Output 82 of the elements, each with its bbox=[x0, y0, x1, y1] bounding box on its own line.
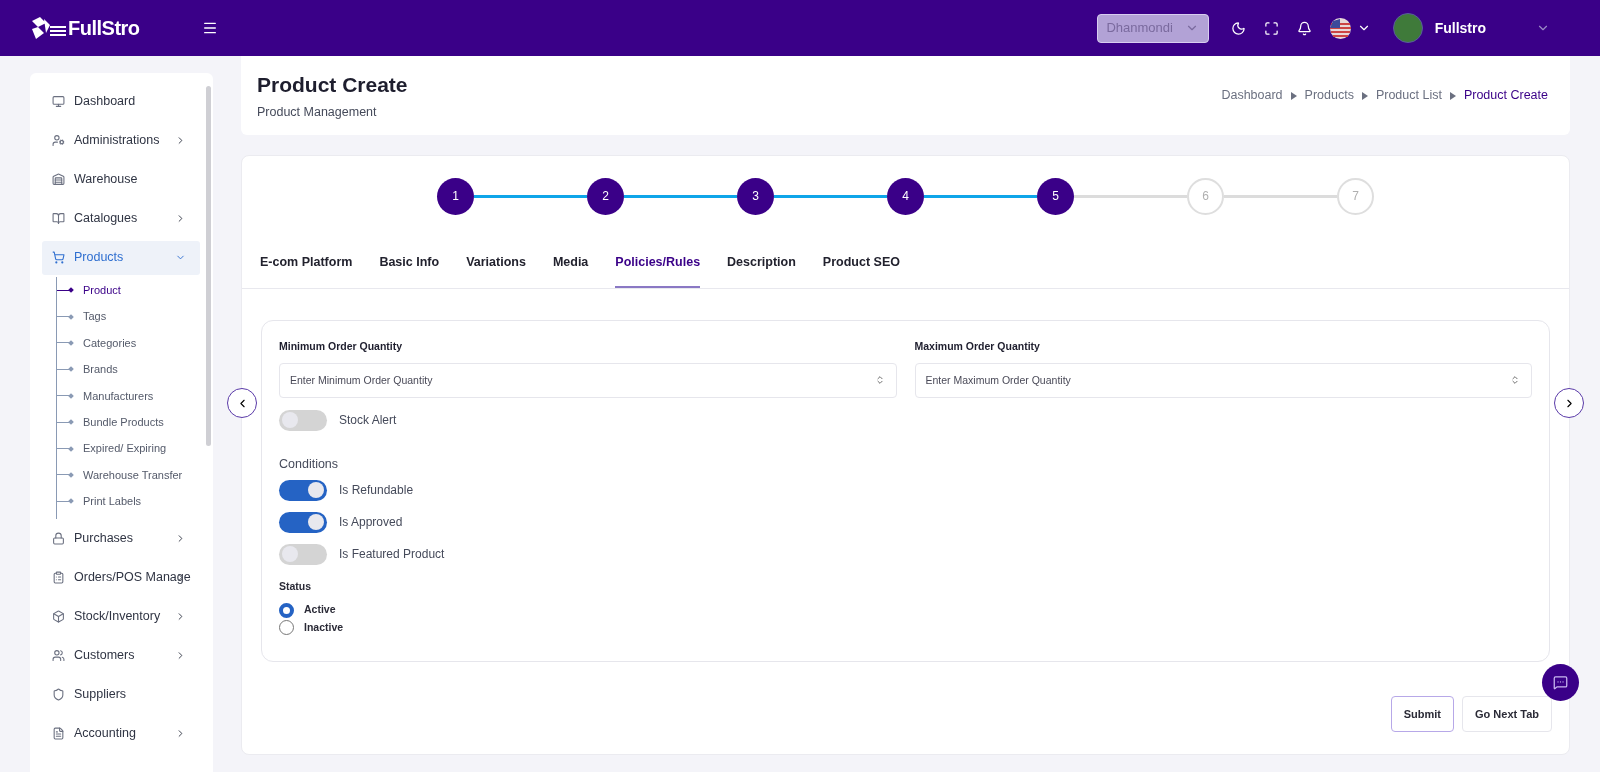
toggle-switch[interactable] bbox=[279, 409, 327, 431]
menu-item-icon bbox=[52, 134, 65, 147]
menu-item-icon bbox=[52, 609, 65, 623]
breadcrumb-link[interactable]: Dashboard bbox=[1221, 86, 1283, 105]
section-title: Conditions bbox=[279, 455, 340, 473]
section-title: Status bbox=[279, 578, 313, 594]
toggle-label: Is Featured Product bbox=[339, 546, 445, 563]
submenu-item[interactable]: Categories bbox=[83, 334, 137, 352]
field-label: Minimum Order Quantity bbox=[279, 339, 404, 354]
sidebar-item[interactable]: Customers bbox=[42, 638, 200, 672]
sidebar-item[interactable]: Administrations bbox=[42, 123, 200, 158]
tab[interactable]: E-com Platform bbox=[260, 253, 353, 288]
field-label: Maximum Order Quantity bbox=[914, 339, 1041, 354]
tab[interactable]: Media bbox=[552, 253, 589, 288]
fullscreen-icon[interactable] bbox=[1263, 20, 1279, 36]
breadcrumb-arrow-icon bbox=[1449, 91, 1456, 100]
sidebar-item[interactable]: Warehouse bbox=[42, 162, 200, 197]
next-button[interactable] bbox=[1554, 388, 1584, 418]
menu-item-icon bbox=[52, 95, 65, 108]
radio-label: Active bbox=[304, 602, 336, 618]
tab[interactable]: Basic Info bbox=[379, 253, 440, 288]
previous-button[interactable] bbox=[227, 388, 257, 418]
radio-button[interactable] bbox=[279, 602, 294, 618]
submenu-item[interactable]: Brands bbox=[83, 361, 118, 378]
tab[interactable]: Description bbox=[727, 253, 796, 288]
menu-item-icon bbox=[52, 531, 65, 545]
submit-button[interactable]: Submit bbox=[1390, 696, 1454, 732]
logo-icon bbox=[30, 15, 68, 41]
submenu-item[interactable]: Manufacturers bbox=[83, 387, 154, 404]
number-input[interactable]: Enter Maximum Order Quantity bbox=[914, 362, 1532, 398]
submenu-item[interactable]: Tags bbox=[83, 308, 107, 325]
menu-item-icon bbox=[52, 570, 65, 584]
radio-label: Inactive bbox=[304, 620, 344, 635]
breadcrumb-link[interactable]: Products bbox=[1304, 86, 1354, 105]
sidebar-item[interactable]: Stock/Inventory bbox=[42, 599, 200, 633]
number-input[interactable]: Enter Minimum Order Quantity bbox=[279, 362, 897, 398]
submenu-item[interactable]: Print Labels bbox=[83, 493, 142, 510]
menu-item-icon bbox=[52, 212, 65, 225]
chat-icon bbox=[1553, 675, 1568, 690]
user-name[interactable]: Fullstro bbox=[1434, 17, 1486, 39]
toggle-label: Is Approved bbox=[339, 514, 403, 531]
page-title: Product Create bbox=[257, 72, 408, 99]
stepper-icon[interactable] bbox=[874, 374, 885, 385]
submenu-item[interactable]: Expired/ Expiring bbox=[83, 440, 167, 457]
radio-button[interactable] bbox=[279, 620, 294, 636]
menu-button[interactable] bbox=[201, 20, 218, 36]
logo-text: FullStro bbox=[68, 16, 140, 41]
scrollbar[interactable] bbox=[206, 86, 211, 446]
toggle-switch[interactable] bbox=[279, 543, 327, 565]
menu-item-icon bbox=[52, 173, 65, 186]
toggle-label: Stock Alert bbox=[339, 412, 397, 430]
toggle-switch[interactable] bbox=[279, 511, 327, 533]
menu-item-icon bbox=[52, 251, 65, 264]
sidebar-item[interactable]: Dashboard bbox=[42, 84, 200, 119]
sidebar-item[interactable]: Suppliers bbox=[42, 677, 200, 711]
tab[interactable]: Variations bbox=[466, 253, 526, 288]
menu-item-icon bbox=[52, 648, 65, 662]
chat-button[interactable] bbox=[1542, 664, 1579, 701]
sidebar-item[interactable]: Orders/POS Manage bbox=[42, 560, 200, 594]
page-subtitle: Product Management bbox=[257, 103, 378, 121]
submenu-item[interactable]: Bundle Products bbox=[83, 413, 164, 431]
submenu-item[interactable]: Warehouse Transfer bbox=[83, 466, 183, 484]
sidebar-item[interactable]: Products bbox=[42, 240, 200, 275]
submenu-item[interactable]: Product bbox=[83, 281, 121, 299]
sidebar-item[interactable]: Catalogues bbox=[42, 201, 200, 236]
toggle-label: Is Refundable bbox=[339, 482, 414, 499]
stepper-icon[interactable] bbox=[1510, 374, 1520, 385]
menu-item-icon bbox=[52, 726, 65, 740]
sidebar-item[interactable]: Accounting bbox=[42, 716, 200, 750]
menu-item-icon bbox=[52, 687, 65, 701]
notification-icon[interactable] bbox=[1296, 20, 1312, 36]
moon-icon[interactable] bbox=[1230, 20, 1246, 36]
avatar[interactable] bbox=[1392, 13, 1423, 43]
tab[interactable]: Policies/Rules bbox=[615, 253, 701, 288]
breadcrumb-arrow-icon bbox=[1290, 91, 1297, 100]
sidebar-item[interactable]: Purchases bbox=[42, 521, 200, 555]
breadcrumb-arrow-icon bbox=[1361, 91, 1368, 100]
toggle-switch[interactable] bbox=[279, 479, 327, 501]
breadcrumb-link[interactable]: Product List bbox=[1375, 86, 1442, 105]
tab[interactable]: Product SEO bbox=[822, 253, 900, 288]
next-tab-button[interactable]: Go Next Tab bbox=[1462, 696, 1552, 732]
flag-icon[interactable] bbox=[1329, 17, 1351, 39]
